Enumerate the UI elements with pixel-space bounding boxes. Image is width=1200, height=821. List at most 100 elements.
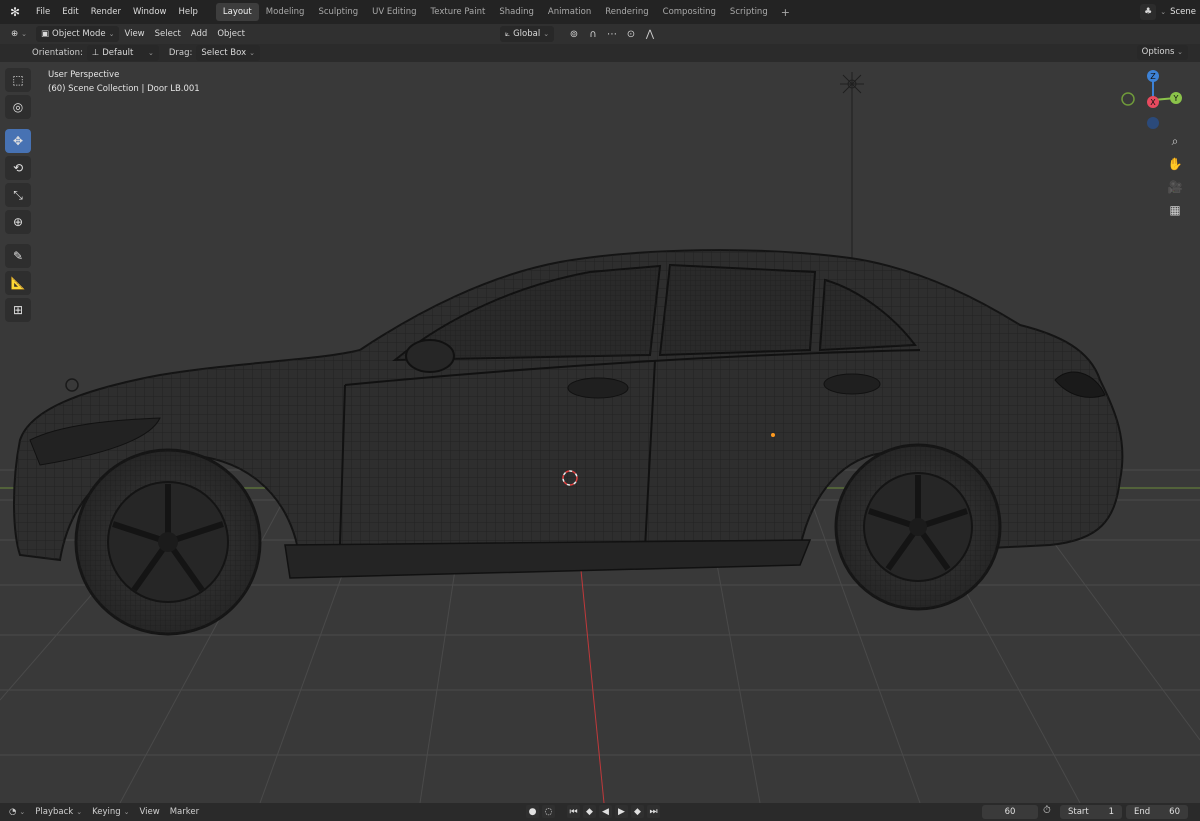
gizmo-x-label: X [1150, 98, 1156, 107]
view-name: User Perspective [48, 70, 120, 80]
orientation-value: Default [102, 48, 134, 58]
add-cube-tool-icon[interactable]: ⊞ [5, 298, 31, 322]
gizmo-z-label: Z [1150, 72, 1156, 81]
viewport-canvas[interactable] [0, 62, 1200, 803]
gizmo-neg-z[interactable] [1147, 117, 1159, 129]
snap-magnet-icon[interactable]: ∩ [585, 26, 601, 42]
tool-shelf: ⬚ ◎ ✥ ⟲ ⤡ ⊕ ✎ 📐 ⊞ [5, 68, 35, 322]
workspace-tabs: Layout Modeling Sculpting UV Editing Tex… [215, 0, 796, 24]
current-frame-value: 60 [1004, 807, 1016, 817]
keyframe-icon[interactable]: ◌ [542, 805, 555, 818]
mode-dropdown[interactable]: ▣ Object Mode ⌄ [36, 26, 120, 42]
gizmo-neg-y[interactable] [1121, 92, 1135, 106]
navigation-gizmo[interactable]: Z Y X [1118, 68, 1188, 134]
chevron-down-icon: ⌄ [1160, 8, 1167, 16]
menu-object[interactable]: Object [212, 26, 250, 42]
orientation-dropdown[interactable]: ⊥ Default ⌄ [86, 45, 159, 61]
light-object[interactable] [840, 72, 864, 260]
tab-layout[interactable]: Layout [215, 3, 259, 21]
keying-menu[interactable]: Keying ⌄ [87, 807, 134, 817]
play-icon[interactable]: ▶ [615, 805, 628, 818]
measure-tool-icon[interactable]: 📐 [5, 271, 31, 295]
menu-select[interactable]: Select [150, 26, 186, 42]
timeline-view-menu[interactable]: View [135, 807, 165, 817]
end-frame-field[interactable]: End 60 [1126, 805, 1188, 819]
transform-tool-icon[interactable]: ⊕ [5, 210, 31, 234]
chevron-down-icon: ⌄ [543, 30, 550, 38]
annotate-tool-icon[interactable]: ✎ [5, 244, 31, 268]
start-frame-field[interactable]: Start 1 [1060, 805, 1122, 819]
orientation-label: Orientation: [32, 48, 83, 58]
start-label: Start [1068, 807, 1089, 817]
gizmo-y-label: Y [1173, 94, 1179, 103]
editor-type-button[interactable]: ⊕ ⌄ [6, 26, 32, 42]
scene-selector[interactable]: ♣ ⌄ Scene [1140, 3, 1200, 21]
menu-file[interactable]: File [30, 0, 56, 24]
options-dropdown[interactable]: Options ⌄ [1136, 45, 1188, 60]
tab-compositing[interactable]: Compositing [656, 3, 723, 21]
drag-dropdown[interactable]: Select Box ⌄ [196, 45, 260, 61]
tab-scripting[interactable]: Scripting [723, 3, 775, 21]
current-frame-field[interactable]: 60 [982, 805, 1038, 819]
cursor-tool-icon[interactable]: ◎ [5, 95, 31, 119]
falloff-icon[interactable]: ⋀ [642, 26, 658, 42]
mode-label: Object Mode [52, 29, 106, 39]
chevron-down-icon: ⌄ [249, 49, 255, 57]
menu-add[interactable]: Add [186, 26, 212, 42]
rear-wheel[interactable] [834, 443, 1002, 611]
scene-name: Scene [1170, 7, 1196, 17]
object-origin-dot [771, 433, 775, 437]
end-value: 60 [1169, 807, 1180, 817]
menu-view[interactable]: View [119, 26, 149, 42]
next-keyframe-icon[interactable]: ◆ [631, 805, 644, 818]
playback-controls: ● ◌ ⏮ ◆ ◀ ▶ ◆ ⏭ [526, 805, 660, 818]
snap-target-icon[interactable]: ⋯ [604, 26, 620, 42]
tab-texture-paint[interactable]: Texture Paint [424, 3, 493, 21]
scale-tool-icon[interactable]: ⤡ [5, 183, 31, 207]
pan-hand-icon[interactable]: ✋ [1164, 153, 1186, 175]
chevron-down-icon: ⌄ [108, 30, 115, 38]
scene-icon: ♣ [1140, 4, 1157, 20]
playback-menu[interactable]: Playback ⌄ [30, 807, 87, 817]
play-reverse-icon[interactable]: ◀ [599, 805, 612, 818]
marker-menu[interactable]: Marker [165, 807, 204, 817]
rotate-tool-icon[interactable]: ⟲ [5, 156, 31, 180]
timeline-editor-icon[interactable]: ◔ ⌄ [4, 807, 30, 817]
camera-view-icon[interactable]: 🎥 [1164, 176, 1186, 198]
menu-help[interactable]: Help [172, 0, 203, 24]
chevron-down-icon: ⌄ [1177, 48, 1183, 56]
viewport-header: ⊕ ⌄ ▣ Object Mode ⌄ View Select Add Objec… [0, 24, 1200, 66]
add-workspace-button[interactable]: + [775, 6, 796, 19]
menu-render[interactable]: Render [85, 0, 127, 24]
jump-end-icon[interactable]: ⏭ [647, 805, 660, 818]
select-box-tool-icon[interactable]: ⬚ [5, 68, 31, 92]
pivot-icon[interactable]: ⊚ [566, 26, 582, 42]
editor-type-icon: ⊕ [11, 29, 19, 39]
record-icon[interactable]: ● [526, 805, 539, 818]
tab-rendering[interactable]: Rendering [598, 3, 655, 21]
orientation-icon: ⟀ [505, 29, 511, 39]
chevron-down-icon: ⌄ [21, 30, 27, 38]
perspective-toggle-icon[interactable]: ▦ [1164, 199, 1186, 221]
tab-modeling[interactable]: Modeling [259, 3, 312, 21]
move-tool-icon[interactable]: ✥ [5, 129, 31, 153]
tab-shading[interactable]: Shading [492, 3, 541, 21]
stopwatch-icon[interactable]: ⏱ [1043, 805, 1051, 816]
chevron-down-icon: ⌄ [147, 49, 154, 57]
top-bar: ✻ File Edit Render Window Help Layout Mo… [0, 0, 1200, 24]
prev-keyframe-icon[interactable]: ◆ [583, 805, 596, 818]
orientation-label: Global [513, 29, 541, 39]
collection-info: (60) Scene Collection | Door LB.001 [48, 84, 200, 94]
tab-sculpting[interactable]: Sculpting [311, 3, 365, 21]
tab-uv-editing[interactable]: UV Editing [365, 3, 423, 21]
front-wheel[interactable] [74, 448, 262, 636]
3d-viewport[interactable] [0, 62, 1200, 803]
proportional-edit-icon[interactable]: ⊙ [623, 26, 639, 42]
menu-edit[interactable]: Edit [56, 0, 84, 24]
menu-window[interactable]: Window [127, 0, 173, 24]
transform-orientation-dropdown[interactable]: ⟀ Global ⌄ [500, 26, 555, 42]
jump-start-icon[interactable]: ⏮ [567, 805, 580, 818]
blender-logo-icon[interactable]: ✻ [0, 0, 30, 24]
zoom-icon[interactable]: ⌕ [1164, 130, 1186, 152]
tab-animation[interactable]: Animation [541, 3, 598, 21]
